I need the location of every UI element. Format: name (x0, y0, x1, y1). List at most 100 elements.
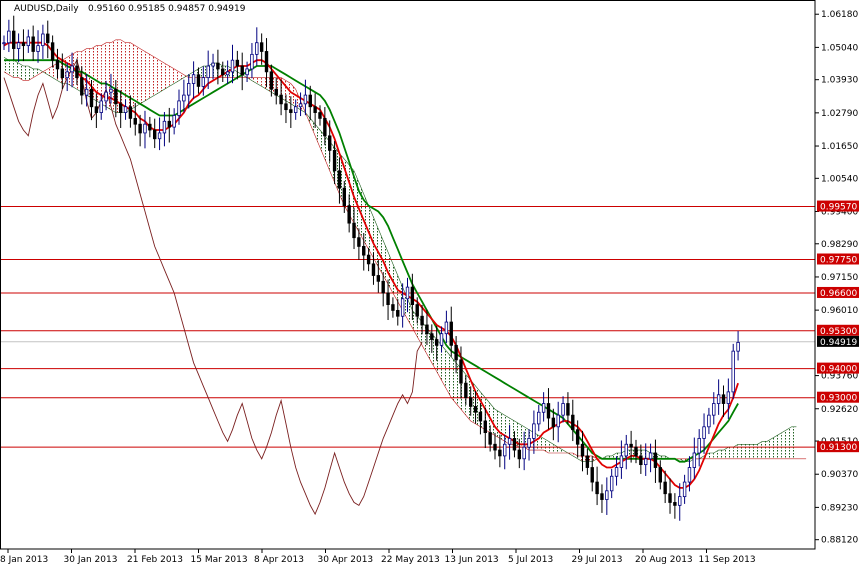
cloud-segment (781, 429, 787, 459)
cloud-segment (708, 452, 714, 459)
candle-body (644, 458, 648, 466)
candle-body (109, 88, 113, 93)
candle-body (303, 94, 308, 105)
chart-root[interactable]: 1.06180 1.05040 1.03930 1.02790 1.01650 1.005… (0, 0, 860, 565)
level-label-text: 0.97750 (820, 255, 857, 265)
candle-body (605, 490, 609, 500)
y-tick-label: 0.88120 (821, 536, 858, 546)
candle-body (46, 33, 50, 44)
candle-body (507, 438, 512, 445)
candle-body (439, 333, 444, 346)
current-price-label: 0.94919 (820, 338, 857, 348)
candle-body (537, 411, 541, 425)
candle-body (687, 467, 692, 483)
x-tick-label: 29 Jul 2013 (572, 555, 623, 565)
cloud-segment (728, 447, 734, 459)
candle-body (225, 71, 230, 76)
candle-body (196, 74, 201, 87)
candle-body (663, 481, 667, 495)
candle-body (284, 103, 288, 111)
candle-body (512, 438, 517, 451)
chikou-line (3, 59, 423, 516)
cloud-segment (718, 450, 724, 459)
candle-body (41, 33, 45, 47)
level-label-text: 0.96600 (820, 289, 857, 299)
candle-body (673, 502, 677, 506)
candle-body (716, 394, 721, 404)
candle-body (736, 342, 740, 352)
level-label-text: 0.95300 (820, 327, 857, 337)
candle-body (566, 403, 570, 416)
y-tick-label: 0.90370 (821, 470, 858, 480)
candle-body (546, 403, 551, 419)
cloud-segment (23, 66, 29, 81)
cloud-segment (767, 438, 773, 459)
candle-body (138, 123, 142, 134)
price-chart[interactable]: 1.06180 1.05040 1.03930 1.02790 1.01650 1.005… (0, 0, 860, 565)
candle-body (80, 77, 84, 96)
candle-body (337, 170, 342, 189)
cloud-segment (164, 63, 170, 90)
candle-body (483, 420, 487, 434)
candle-body (182, 94, 186, 102)
candle-body (187, 83, 191, 96)
candle-body (123, 106, 128, 113)
candle-body (328, 135, 332, 151)
x-tick-label: 8 Jan 2013 (0, 555, 48, 565)
candle-body (240, 65, 244, 76)
candle-body (653, 452, 658, 468)
candle-body (493, 443, 497, 451)
cloud-segment (752, 444, 758, 459)
candle-body (94, 106, 99, 113)
candle-body (420, 315, 424, 326)
x-tick-label: 11 Sep 2013 (699, 555, 756, 565)
x-tick-label: 15 Mar 2013 (191, 555, 248, 565)
symbol-label: AUDUSD,Daily (14, 4, 79, 14)
candle-body (99, 100, 103, 113)
candle-body (352, 222, 356, 239)
candle-body (313, 106, 317, 113)
candle-body (425, 324, 429, 335)
candle-body (191, 74, 196, 84)
candle-body (70, 65, 74, 73)
cloud-segment (499, 412, 505, 442)
candle-body (235, 59, 240, 67)
candle-body (731, 350, 735, 393)
candle-body (391, 304, 395, 311)
candle-body (55, 59, 60, 70)
candle-body (332, 149, 337, 172)
indicator-lines (3, 41, 739, 516)
candle-body (31, 36, 35, 52)
candle-body (712, 403, 716, 416)
candle-body (624, 443, 628, 457)
candle-body (459, 359, 463, 384)
cloud-segment (159, 60, 165, 93)
x-tick-label: 22 May 2013 (381, 555, 440, 565)
cloud-segment (572, 452, 578, 459)
candle-body (464, 382, 468, 399)
candle-body (289, 109, 293, 113)
candle-body (347, 205, 351, 224)
candle-body (114, 88, 118, 105)
candle-body (172, 115, 176, 128)
x-tick-label: 30 Apr 2013 (318, 555, 374, 565)
candle-body (216, 62, 220, 70)
candle-body (153, 129, 157, 140)
y-tick-label: 0.98290 (821, 240, 858, 250)
candle-body (707, 414, 711, 428)
candle-body (362, 246, 366, 256)
candle-body (702, 426, 706, 439)
candle-body (571, 414, 575, 431)
candle-body (522, 446, 526, 460)
candle-body (400, 298, 405, 317)
candle-body (478, 411, 483, 422)
candle-body (342, 187, 347, 207)
candle-body (580, 443, 585, 457)
y-tick-label: 1.02790 (821, 109, 858, 119)
candle-body (75, 65, 79, 79)
candle-body (245, 68, 249, 76)
candle-body (410, 286, 415, 305)
candle-body (259, 42, 264, 52)
candle-body (148, 123, 152, 131)
candle-body (201, 77, 206, 87)
